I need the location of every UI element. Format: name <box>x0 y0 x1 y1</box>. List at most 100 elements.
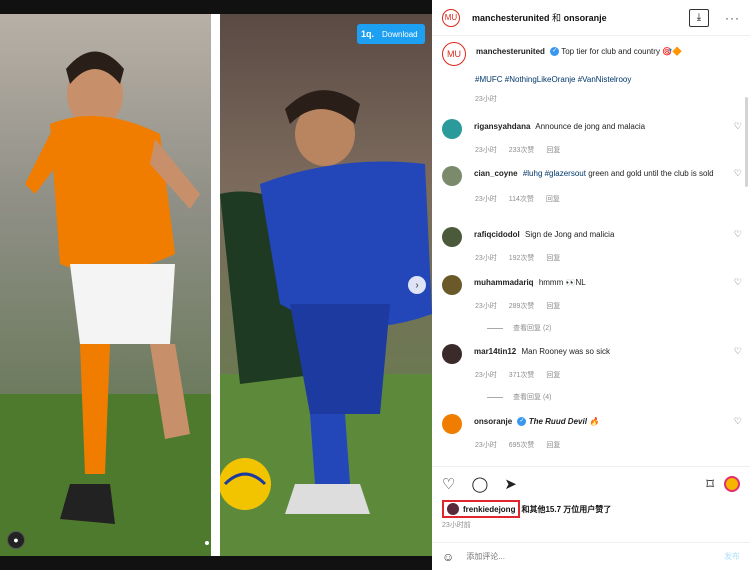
commenter-avatar[interactable] <box>442 344 462 364</box>
comment-user[interactable]: rigansyahdana <box>474 122 530 131</box>
comment-time: 23小时 <box>475 372 497 379</box>
comment-item: cian_coyne #luhg #glazersout green and g… <box>442 166 742 204</box>
reply-button[interactable]: 回复 <box>546 303 560 310</box>
comment-likes[interactable]: 192次赞 <box>509 255 535 262</box>
comments-scrollbar[interactable] <box>745 97 748 187</box>
comment-time: 23小时 <box>475 255 497 262</box>
comment-body: The Ruud Devil 🔥 <box>528 417 600 426</box>
download-logo: 1q. <box>361 29 375 39</box>
commenter-avatar[interactable] <box>442 227 462 247</box>
comment-time: 23小时 <box>475 147 497 154</box>
photo-van-nistelrooy-united <box>220 14 432 556</box>
comment-likes[interactable]: 233次赞 <box>509 147 535 154</box>
comment-body: hmmm 👀NL <box>538 278 586 287</box>
download-icon[interactable]: ⤓ <box>689 8 709 27</box>
comment-likes[interactable]: 695次赞 <box>509 442 535 449</box>
reply-button[interactable]: 回复 <box>546 196 560 203</box>
comment-likes[interactable]: 114次赞 <box>509 196 534 203</box>
view-replies-button[interactable]: 查看回复 (2) <box>487 323 742 333</box>
comment-user[interactable]: cian_coyne <box>474 169 518 178</box>
comment-likes[interactable]: 371次赞 <box>509 372 535 379</box>
comment-meta: 23小时 289次赞 回复 <box>475 301 742 311</box>
caption: MU manchesterunited ✓ Top tier for club … <box>442 42 742 104</box>
like-heart-icon[interactable]: ♡ <box>734 229 742 240</box>
reply-button[interactable]: 回复 <box>546 255 560 262</box>
like-heart-icon[interactable]: ♡ <box>734 277 742 288</box>
comment-icon[interactable]: ◯ <box>471 475 488 493</box>
comment-item: rigansyahdana Announce de jong and malac… <box>442 119 742 155</box>
comment-body: Announce de jong and malacia <box>535 122 646 131</box>
download-button[interactable]: 1q. Download <box>357 24 425 44</box>
caption-author[interactable]: manchesterunited <box>476 47 545 56</box>
next-arrow-icon[interactable]: › <box>408 276 426 294</box>
comment-text: cian_coyne #luhg #glazersout green and g… <box>474 168 728 180</box>
commenter-avatar[interactable] <box>442 275 462 295</box>
netherlands-player-illustration <box>0 51 211 556</box>
comment-meta: 23小时 695次赞 回复 <box>475 440 742 450</box>
commenter-avatar[interactable] <box>442 166 462 186</box>
caption-hashtags[interactable]: #MUFC #NothingLikeOranje #VanNistelrooy <box>475 74 742 86</box>
header-collab[interactable]: onsoranje <box>564 13 607 23</box>
header-account[interactable]: manchesterunited <box>472 13 550 23</box>
emoji-icon[interactable]: ☺ <box>442 550 454 564</box>
like-heart-icon[interactable]: ♡ <box>734 416 742 427</box>
carousel-dots <box>205 541 216 545</box>
comment-user[interactable]: rafiqcidodol <box>474 230 520 239</box>
post-sidebar: MU manchesterunited 和 onsoranje ⤓ ··· MU… <box>432 0 750 570</box>
liker-username[interactable]: frenkiedejong <box>463 505 515 514</box>
post-comment-button[interactable]: 发布 <box>724 551 740 562</box>
commenter-avatar[interactable] <box>442 119 462 139</box>
reply-button[interactable]: 回复 <box>546 147 560 154</box>
comment-item: onsoranje ✓ The Ruud Devil 🔥 ♡ 23小时 695次… <box>442 414 742 450</box>
like-heart-icon[interactable]: ♡ <box>734 346 742 357</box>
comment-user[interactable]: mar14tin12 <box>474 347 516 356</box>
carousel-dot <box>212 541 216 545</box>
comment-body: Sign de Jong and malicia <box>525 230 615 239</box>
comment-body: Man Rooney was so sick <box>521 347 610 356</box>
comment-user[interactable]: muhammadariq <box>474 278 534 287</box>
profile-ring-icon[interactable] <box>724 475 740 492</box>
comment-meta: 23小时 192次赞 回复 <box>475 253 742 263</box>
comment-text: rafiqcidodol Sign de Jong and malicia <box>474 229 728 241</box>
like-heart-icon[interactable]: ♡ <box>734 121 742 132</box>
like-heart-icon[interactable]: ♡ <box>734 168 742 179</box>
header-avatar[interactable]: MU <box>442 8 460 27</box>
comment-meta: 23小时 114次赞 回复 <box>475 194 742 204</box>
comment-user[interactable]: onsoranje <box>474 417 512 426</box>
photo-van-nistelrooy-netherlands <box>0 14 211 556</box>
commenter-avatar[interactable] <box>442 414 462 434</box>
caption-time: 23小时 <box>475 96 497 103</box>
comment-input[interactable] <box>466 552 724 561</box>
comment-tags[interactable]: #luhg #glazersout <box>523 169 586 178</box>
header-title: manchesterunited 和 onsoranje <box>472 11 689 24</box>
comment-text: onsoranje ✓ The Ruud Devil 🔥 <box>474 416 728 428</box>
like-heart-icon[interactable]: ♡ <box>442 475 455 493</box>
share-icon[interactable]: ➤ <box>504 475 517 493</box>
united-player-illustration <box>220 90 432 556</box>
comment-meta: 23小时 371次赞 回复 <box>475 370 742 380</box>
collage-divider <box>211 14 220 556</box>
comment-time: 23小时 <box>475 303 497 310</box>
likes-count[interactable]: 和其他15.7 万位用户赞了 <box>521 504 611 515</box>
comment-meta: 23小时 233次赞 回复 <box>475 145 742 155</box>
comment-item: mar14tin12 Man Rooney was so sick ♡ 23小时… <box>442 344 742 402</box>
carousel-dot <box>205 541 209 545</box>
comment-item: rafiqcidodol Sign de Jong and malicia ♡ … <box>442 227 742 263</box>
caption-body: Top tier for club and country 🎯🔶 <box>561 47 683 56</box>
more-options-icon[interactable]: ··· <box>725 11 740 25</box>
comments-list: MU manchesterunited ✓ Top tier for club … <box>432 37 750 465</box>
highlighted-liker[interactable]: frenkiedejong <box>442 500 521 518</box>
comment-time: 23小时 <box>475 196 497 203</box>
action-bar: ♡ ◯ ➤ ⌑ <box>432 466 750 500</box>
post-header: MU manchesterunited 和 onsoranje ⤓ ··· <box>432 0 750 36</box>
bookmark-icon[interactable]: ⌑ <box>706 475 714 493</box>
reply-button[interactable]: 回复 <box>546 372 560 379</box>
reply-button[interactable]: 回复 <box>546 442 560 449</box>
tagged-user-icon[interactable]: ● <box>7 531 25 549</box>
comment-likes[interactable]: 289次赞 <box>509 303 535 310</box>
view-replies-button[interactable]: 查看回复 (4) <box>487 392 742 402</box>
liker-avatar <box>447 503 459 515</box>
comment-text: muhammadariq hmmm 👀NL <box>474 277 728 289</box>
post-media: 1q. Download › ● <box>0 0 432 570</box>
author-avatar[interactable]: MU <box>442 42 466 66</box>
